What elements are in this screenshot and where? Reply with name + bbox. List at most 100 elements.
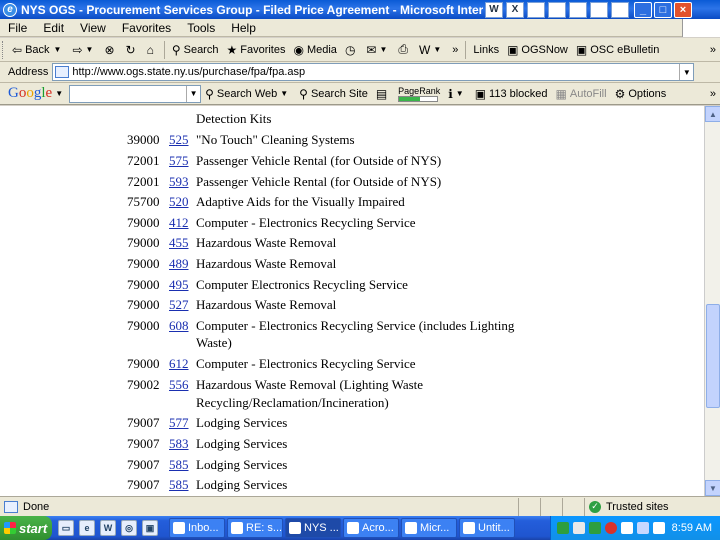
ie-launch-icon[interactable]: e [79,520,95,536]
search-button[interactable]: ⚲ Search [168,39,223,61]
tray-app-icon[interactable] [621,522,633,534]
link-ogsnow-label: OGSNow [521,43,568,56]
address-field[interactable]: ▼ [52,63,695,81]
dropdown-icon[interactable]: ▼ [86,45,94,54]
google-logo[interactable]: Google [8,85,52,102]
favorites-button[interactable]: ★ Favorites [222,39,289,61]
misc-icon[interactable] [611,1,629,18]
info-button[interactable]: ℹ ▼ [444,83,470,105]
item-link[interactable]: 575 [169,152,195,169]
dropdown-icon[interactable]: ▼ [280,89,288,98]
link-osc-ebulletin[interactable]: ▣ OSC eBulletin [572,39,663,61]
scroll-down-button[interactable]: ▼ [705,480,720,496]
options-button[interactable]: ⚙ Options [611,83,671,105]
excel-icon[interactable]: X [506,1,524,18]
item-description: Lodging Services [196,477,288,492]
item-link[interactable]: 585 [169,476,195,493]
tray-app-icon[interactable] [653,522,665,534]
address-input[interactable] [72,66,673,78]
scroll-thumb[interactable] [706,304,720,408]
menu-file[interactable]: File [0,21,35,35]
forward-button[interactable]: ⇨ ▼ [68,39,100,61]
item-link[interactable]: 495 [169,276,195,293]
pagerank-indicator[interactable]: PageRank [394,83,444,105]
item-link[interactable]: 593 [169,173,195,190]
word-launch-icon[interactable]: W [100,520,116,536]
search-web-button[interactable]: ⚲ Search Web ▼ [201,83,295,105]
close-button[interactable]: × [674,1,692,18]
item-link[interactable]: 556 [169,376,195,393]
google-overflow[interactable]: » [706,83,720,105]
menu-favorites[interactable]: Favorites [114,21,179,35]
volume-icon[interactable] [573,522,585,534]
menu-edit[interactable]: Edit [35,21,72,35]
history-button[interactable]: ◷ [341,39,362,61]
media-button[interactable]: ◉ Media [289,39,340,61]
menu-help[interactable]: Help [223,21,264,35]
edit-button[interactable]: W ▼ [415,39,448,61]
start-button[interactable]: start [0,516,52,540]
search-site-button[interactable]: ⚲ Search Site [295,83,372,105]
print-button[interactable]: ⎙ [394,39,415,61]
menu-tools[interactable]: Tools [179,21,223,35]
tool-icon[interactable] [569,1,587,18]
stop-button[interactable]: ⊗ [100,39,121,61]
dropdown-icon[interactable]: ▼ [433,45,441,54]
news-button[interactable]: ▤ [372,83,394,105]
clock[interactable]: 8:59 AM [672,522,712,534]
autofill-button[interactable]: ▦ AutoFill [552,83,611,105]
search-tool-icon[interactable] [548,1,566,18]
mail-button[interactable]: ✉ ▼ [362,39,394,61]
item-link[interactable]: 612 [169,355,195,372]
item-link[interactable]: 585 [169,456,195,473]
google-menu-dropdown-icon[interactable]: ▼ [55,89,63,98]
scroll-up-button[interactable]: ▲ [705,106,720,122]
toolbar-grip[interactable] [2,40,5,59]
item-link[interactable]: 520 [169,193,195,210]
item-link[interactable]: 527 [169,296,195,313]
refresh-button[interactable]: ↻ [122,39,143,61]
item-link[interactable]: 608 [169,317,195,334]
pdf-icon[interactable] [590,1,608,18]
security-zone[interactable]: ✓ Trusted sites [584,497,720,516]
item-link[interactable]: 489 [169,255,195,272]
google-search-field[interactable]: ▼ [69,84,202,103]
links-overflow[interactable]: » [706,39,720,61]
popup-blocker[interactable]: ▣ 113 blocked [471,83,552,105]
chevron-up-icon: ▲ [709,109,717,119]
desktop-icon[interactable]: ▭ [58,520,74,536]
vertical-scrollbar[interactable]: ▲ ▼ [704,106,720,496]
back-button[interactable]: ⇦ Back ▼ [8,39,68,61]
task-microsoft[interactable]: Micr... [401,518,457,538]
google-search-dropdown-icon[interactable]: ▼ [186,85,200,102]
item-link[interactable]: 583 [169,435,195,452]
item-link[interactable]: 525 [169,131,195,148]
tool-launch-icon[interactable]: ▣ [142,520,158,536]
task-untitled[interactable]: Untit... [459,518,515,538]
dropdown-icon[interactable]: ▼ [456,89,464,98]
google-search-input[interactable] [70,85,187,102]
home-button[interactable]: ⌂ [143,39,161,61]
menu-view[interactable]: View [72,21,114,35]
app-launch-icon[interactable]: ◎ [121,520,137,536]
task-re-email[interactable]: RE: s... [227,518,283,538]
item-link[interactable]: 412 [169,214,195,231]
dropdown-icon[interactable]: ▼ [379,45,387,54]
address-dropdown-icon[interactable]: ▼ [679,64,693,80]
item-link[interactable]: 455 [169,234,195,251]
security-shield-icon[interactable] [637,522,649,534]
antivirus-icon[interactable] [605,522,617,534]
toolbar-overflow[interactable]: » [448,39,462,61]
app-icon[interactable] [527,1,545,18]
word-icon[interactable]: W [485,1,503,18]
task-nys-browser[interactable]: NYS ... [285,518,341,538]
item-link[interactable]: 577 [169,414,195,431]
network-icon[interactable] [557,522,569,534]
minimize-button[interactable]: _ [634,1,652,18]
dropdown-icon[interactable]: ▼ [54,45,62,54]
maximize-button[interactable]: □ [654,1,672,18]
link-ogsnow[interactable]: ▣ OGSNow [503,39,572,61]
task-acrobat[interactable]: Acro... [343,518,399,538]
task-outlook[interactable]: Inbo... [169,518,225,538]
tray-app-icon[interactable] [589,522,601,534]
